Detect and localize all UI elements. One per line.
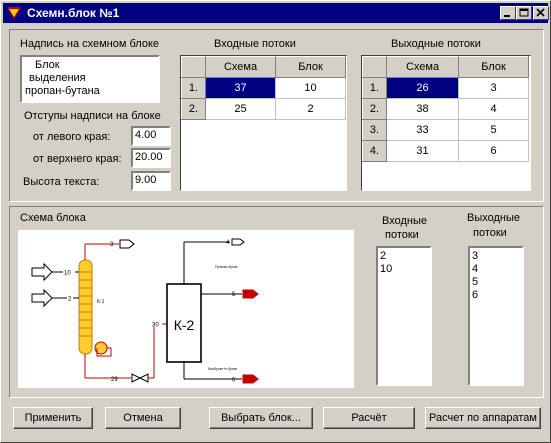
apply-button[interactable]: Применить: [13, 407, 93, 429]
output-flows-grid[interactable]: Схема Блок 1. 26 3 2. 38 4 3. 33 5 4. 31: [361, 55, 531, 191]
minimize-button[interactable]: [500, 6, 516, 20]
close-icon: [536, 8, 545, 17]
block-inputs-list[interactable]: 2 10: [376, 246, 432, 386]
cancel-button[interactable]: Отмена: [105, 407, 181, 429]
stream-label-4: 4: [226, 240, 230, 246]
scheme-cell[interactable]: 31: [386, 140, 459, 162]
list-item[interactable]: 5: [472, 276, 520, 289]
k2-bottom-note: Изобутан+н.бутан: [208, 367, 237, 371]
scheme-cell[interactable]: 26: [386, 77, 459, 99]
scheme-cell[interactable]: 33: [386, 119, 459, 141]
block-cell[interactable]: 6: [458, 140, 529, 162]
column-header[interactable]: Схема: [205, 56, 276, 78]
choose-block-button[interactable]: Выбрать блок...: [209, 407, 313, 429]
row-number: 1.: [362, 77, 387, 99]
input-arrow-icon: [31, 262, 53, 282]
calculate-button[interactable]: Расчёт: [323, 407, 415, 429]
table-row[interactable]: 4. 31 6: [362, 140, 529, 162]
output-arrow-icon: [242, 289, 259, 299]
label-line: выделения: [29, 72, 86, 84]
stream-label-29: 29: [111, 377, 118, 383]
k2-top-note: Пропан-бутан: [215, 265, 238, 269]
maximize-icon: [519, 8, 529, 17]
input-flows-caption: Входные потоки: [214, 38, 296, 50]
dialog-window: Схемн.блок №1 Надпись на схемном блоке Б…: [0, 0, 551, 443]
stream-label-30: 30: [152, 323, 159, 329]
label-line: пропан-бутана: [25, 85, 100, 97]
row-number: 2.: [362, 98, 387, 120]
stream-label-5: 5: [232, 292, 236, 298]
table-row[interactable]: 1. 26 3: [362, 77, 529, 99]
table-row[interactable]: 2. 38 4: [362, 98, 529, 120]
block-cell[interactable]: 3: [458, 77, 529, 99]
input-arrow-icon: [31, 288, 53, 308]
block-outputs-caption-2: потоки: [473, 227, 507, 239]
list-item[interactable]: 6: [472, 289, 520, 302]
corner-cell: [181, 56, 206, 78]
corner-cell: [362, 56, 387, 78]
list-item[interactable]: 2: [380, 250, 428, 263]
list-item[interactable]: 3: [472, 250, 520, 263]
block-inputs-caption-1: Входные: [382, 215, 427, 227]
table-row[interactable]: 3. 33 5: [362, 119, 529, 141]
table-row[interactable]: 1. 37 10: [181, 77, 346, 99]
input-flows-grid[interactable]: Схема Блок 1. 37 10 2. 25 2: [180, 55, 347, 191]
list-item[interactable]: 10: [380, 263, 428, 276]
window-title: Схемн.блок №1: [27, 6, 120, 20]
scheme-cell[interactable]: 38: [386, 98, 459, 120]
left-offset-input[interactable]: 4.00: [131, 126, 171, 146]
row-number: 3.: [362, 119, 387, 141]
minimize-icon: [504, 15, 510, 17]
stream-label-6: 6: [232, 378, 236, 384]
output-arrow-icon: [242, 374, 259, 384]
app-icon: [7, 7, 21, 19]
k2-label: К-2: [174, 317, 195, 333]
block-label-textbox[interactable]: Блок выделения пропан-бутана: [20, 55, 160, 103]
stream-label-3: 3: [110, 242, 114, 248]
calc-by-units-button[interactable]: Расчет по аппаратам: [425, 407, 541, 429]
process-scheme: К-1 10 2 3 29 30 К-2 4 Пропан-бутан 5 Из…: [31, 238, 259, 384]
text-height-input[interactable]: 9.00: [131, 171, 171, 191]
valve-icon: [131, 373, 149, 383]
top-offset-input[interactable]: 20.00: [131, 148, 171, 168]
block-label-caption: Надпись на схемном блоке: [20, 38, 160, 50]
row-number: 1.: [181, 77, 206, 99]
left-offset-label: от левого края:: [33, 131, 111, 143]
output-flows-table: Схема Блок 1. 26 3 2. 38 4 3. 33 5 4. 31: [362, 56, 529, 162]
title-bar[interactable]: Схемн.блок №1: [3, 3, 549, 23]
row-number: 2.: [181, 98, 206, 120]
block-outputs-list[interactable]: 3 4 5 6: [468, 246, 524, 386]
input-flows-table: Схема Блок 1. 37 10 2. 25 2: [181, 56, 346, 120]
text-height-label: Высота текста:: [23, 176, 100, 188]
output-flows-caption: Выходные потоки: [391, 38, 481, 50]
block-cell[interactable]: 5: [458, 119, 529, 141]
scheme-canvas[interactable]: К-1 10 2 3 29 30 К-2 4 Пропан-бутан 5 Из…: [18, 230, 354, 388]
column-header[interactable]: Схема: [386, 56, 459, 78]
row-number: 4.: [362, 140, 387, 162]
scheme-cell[interactable]: 37: [205, 77, 276, 99]
maximize-button[interactable]: [516, 6, 532, 20]
column-k1-icon: [78, 259, 93, 355]
column-header[interactable]: Блок: [458, 56, 529, 78]
block-cell[interactable]: 10: [275, 77, 346, 99]
block-inputs-caption-2: потоки: [385, 229, 419, 241]
scheme-caption: Схема блока: [20, 212, 86, 224]
block-outputs-caption-1: Выходные: [467, 212, 521, 224]
stream-label-10: 10: [64, 271, 71, 277]
top-offset-label: от верхнего края:: [33, 153, 122, 165]
column-header[interactable]: Блок: [275, 56, 346, 78]
close-button[interactable]: [533, 6, 549, 20]
label-line: Блок: [35, 59, 60, 71]
k1-label: К-1: [97, 299, 105, 305]
scheme-cell[interactable]: 25: [205, 98, 276, 120]
output-arrow-icon: [119, 239, 135, 249]
offsets-caption: Отступы надписи на блоке: [24, 110, 161, 122]
output-arrow-icon: [231, 238, 245, 246]
block-cell[interactable]: 4: [458, 98, 529, 120]
block-cell[interactable]: 2: [275, 98, 346, 120]
list-item[interactable]: 4: [472, 263, 520, 276]
table-row[interactable]: 2. 25 2: [181, 98, 346, 120]
